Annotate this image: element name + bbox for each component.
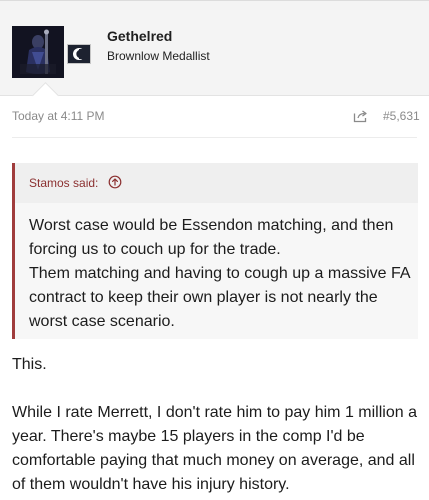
share-icon[interactable] [353, 109, 369, 123]
avatar-image [12, 26, 64, 78]
post-author-header: Gethelred Brownlow Medallist [0, 0, 429, 96]
club-badge-icon [67, 44, 91, 64]
post-timestamp[interactable]: Today at 4:11 PM [12, 109, 105, 123]
quote-line: Them matching and having to cough up a m… [29, 265, 410, 330]
quote-line: Worst case would be Essendon matching, a… [29, 217, 394, 258]
quote-header: Stamos said: [15, 163, 418, 203]
arrow-up-circle-icon[interactable] [108, 175, 122, 189]
divider [12, 137, 417, 138]
author-username[interactable]: Gethelred [107, 28, 172, 44]
avatar[interactable] [12, 26, 64, 78]
post-paragraph: While I rate Merrett, I don't rate him t… [12, 404, 417, 493]
quote-block: Stamos said: Worst case would be Essendo… [12, 163, 418, 339]
quote-author-link[interactable]: Stamos said: [29, 176, 98, 190]
quote-content: Worst case would be Essendon matching, a… [29, 214, 414, 334]
post-number-link[interactable]: #5,631 [383, 109, 420, 123]
author-title: Brownlow Medallist [107, 49, 210, 63]
post-message: This. While I rate Merrett, I don't rate… [12, 353, 422, 497]
post-paragraph: This. [12, 356, 47, 373]
